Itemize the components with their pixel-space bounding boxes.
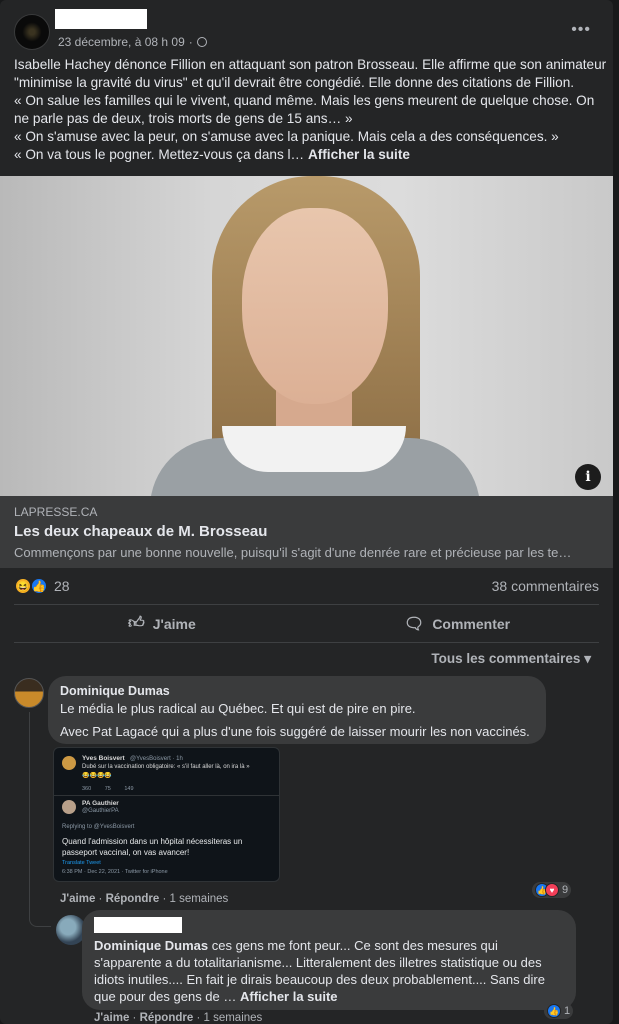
comment-bubble: Dominique Dumas Le média le plus radical… <box>48 676 546 744</box>
link-preview-image[interactable]: i <box>0 176 613 496</box>
post-card: 23 décembre, à 08 h 09 · ••• Isabelle Ha… <box>0 0 613 1024</box>
reply-reactions[interactable]: 👍 1 <box>544 1003 574 1019</box>
reply-actions: J'aime · Répondre · 1 semaines <box>94 1012 263 1024</box>
page-avatar[interactable] <box>14 14 50 50</box>
love-reaction-icon: ♥ <box>545 883 559 897</box>
more-options-icon[interactable]: ••• <box>571 22 591 38</box>
link-description: Commençons par une bonne nouvelle, puisq… <box>14 545 572 560</box>
comment-line: Le média le plus radical au Québec. Et q… <box>60 701 416 716</box>
reply-line: s'apparente a du totalitarianisme... Lit… <box>94 955 542 970</box>
comment-filter-dropdown[interactable]: Tous les commentaires ▾ <box>431 651 591 667</box>
globe-icon <box>196 37 207 47</box>
like-button[interactable]: 👍︎ J'aime <box>128 614 196 633</box>
like-label: J'aime <box>152 615 196 632</box>
tweet-screenshot[interactable]: Yves Boisvert @YvesBoisvert · 1h Dubé su… <box>53 747 280 882</box>
post-line-text: « On va tous le pogner. Mettez-vous ça d… <box>14 147 305 162</box>
see-more-link[interactable]: Afficher la suite <box>308 147 410 162</box>
comment-reply-link[interactable]: Répondre <box>106 893 160 905</box>
reply-line: que pour des gens de … Afficher la suite <box>94 988 564 1005</box>
tweet-stats: 360 75 149 <box>82 786 134 792</box>
like-reaction-icon: 👍 <box>30 577 48 595</box>
caret-down-icon: ▾ <box>584 651 591 666</box>
post-line: « On salue les familles qui le vivent, q… <box>14 93 595 108</box>
comment-time[interactable]: 1 semaines <box>169 893 228 905</box>
reply-line: Dominique Dumas ces gens me font peur...… <box>94 937 564 954</box>
redacted-author-name <box>55 9 147 29</box>
tweet-footer: 6:38 PM · Dec 22, 2021 · Twitter for iPh… <box>62 869 168 875</box>
post-line: « On s'amuse avec la peur, on s'amuse av… <box>14 129 559 144</box>
meta-separator: · <box>188 35 193 49</box>
comment-label: Commenter <box>432 616 511 632</box>
filter-label: Tous les commentaires <box>431 651 581 666</box>
post-line: "minimise la gravité du virus" et qu'il … <box>14 75 575 90</box>
portrait-collar <box>222 426 406 472</box>
post-body: Isabelle Hachey dénonce Fillion en attaq… <box>14 56 607 164</box>
comment-reactions[interactable]: 👍 ♥ 9 <box>532 882 572 898</box>
thumbs-up-icon: 👍︎ <box>128 615 145 632</box>
reply-line: idiots inutiles.... En fait je dirais be… <box>94 972 545 987</box>
thread-line <box>29 712 30 918</box>
tweet-emojis: 😂😂😂😂 <box>82 773 112 779</box>
reply-bubble: Dominique Dumas ces gens me font peur...… <box>82 910 576 1010</box>
thread-connector <box>29 917 51 927</box>
portrait-face <box>242 208 388 404</box>
tweet-replying: Replying to @YvesBoisvert <box>62 824 135 830</box>
post-timestamp[interactable]: 23 décembre, à 08 h 09 <box>58 35 185 49</box>
comment-button[interactable]: 🗨︎ Commenter <box>404 614 510 634</box>
tweet-text: Quand l'admission dans un hôpital nécess… <box>62 837 243 857</box>
commenter-name[interactable]: Dominique Dumas <box>60 683 534 700</box>
divider <box>14 642 599 643</box>
reaction-count: 28 <box>54 578 70 594</box>
reaction-summary[interactable]: 😆 👍 28 <box>14 577 70 595</box>
redacted-replier-name[interactable] <box>94 917 182 933</box>
link-preview-caption[interactable]: LAPRESSE.CA Les deux chapeaux de M. Bros… <box>0 496 613 568</box>
reply-text: ces gens me font peur... Ce sont des mes… <box>208 938 498 953</box>
comments-count[interactable]: 38 commentaires <box>492 578 599 594</box>
reply-time[interactable]: 1 semaines <box>203 1012 262 1024</box>
tweet-handle: @YvesBoisvert · 1h <box>130 756 183 762</box>
tweet-text: Dubé sur la vaccination obligatoire: « s… <box>82 764 250 770</box>
post-line: ne parle pas de deux, trois morts de gen… <box>14 111 353 126</box>
comment-actions: J'aime · Répondre · 1 semaines <box>60 893 229 905</box>
comment-like-link[interactable]: J'aime <box>60 893 95 905</box>
reply-text: que pour des gens de … <box>94 989 240 1004</box>
comment-reaction-count: 9 <box>562 884 569 896</box>
tweet-handle: @GauthierPA <box>82 808 119 814</box>
divider <box>14 604 599 605</box>
reply-reply-link[interactable]: Répondre <box>140 1012 194 1024</box>
reply-reaction-count: 1 <box>564 1005 571 1017</box>
comment-line: Avec Pat Lagacé qui a plus d'une fois su… <box>60 724 530 739</box>
mention-link[interactable]: Dominique Dumas <box>94 938 208 953</box>
link-domain: LAPRESSE.CA <box>14 505 98 519</box>
like-reaction-icon: 👍 <box>547 1004 561 1018</box>
post-meta: 23 décembre, à 08 h 09 · <box>58 35 207 49</box>
see-more-link[interactable]: Afficher la suite <box>240 989 338 1004</box>
tweet-avatar <box>62 800 76 814</box>
commenter-avatar[interactable] <box>14 678 44 708</box>
comment-bubble-icon: 🗨︎ <box>404 616 425 633</box>
tweet-divider <box>54 795 279 796</box>
tweet-author: PA Gauthier <box>82 800 119 807</box>
info-icon[interactable]: i <box>575 464 601 490</box>
translate-link: Translate Tweet <box>62 860 101 866</box>
post-line: Isabelle Hachey dénonce Fillion en attaq… <box>14 57 607 72</box>
link-title: Les deux chapeaux de M. Brosseau <box>14 523 268 540</box>
reply-like-link[interactable]: J'aime <box>94 1012 129 1024</box>
tweet-avatar <box>62 756 76 770</box>
post-line: « On va tous le pogner. Mettez-vous ça d… <box>14 146 604 164</box>
tweet-author: Yves Boisvert <box>82 755 125 762</box>
